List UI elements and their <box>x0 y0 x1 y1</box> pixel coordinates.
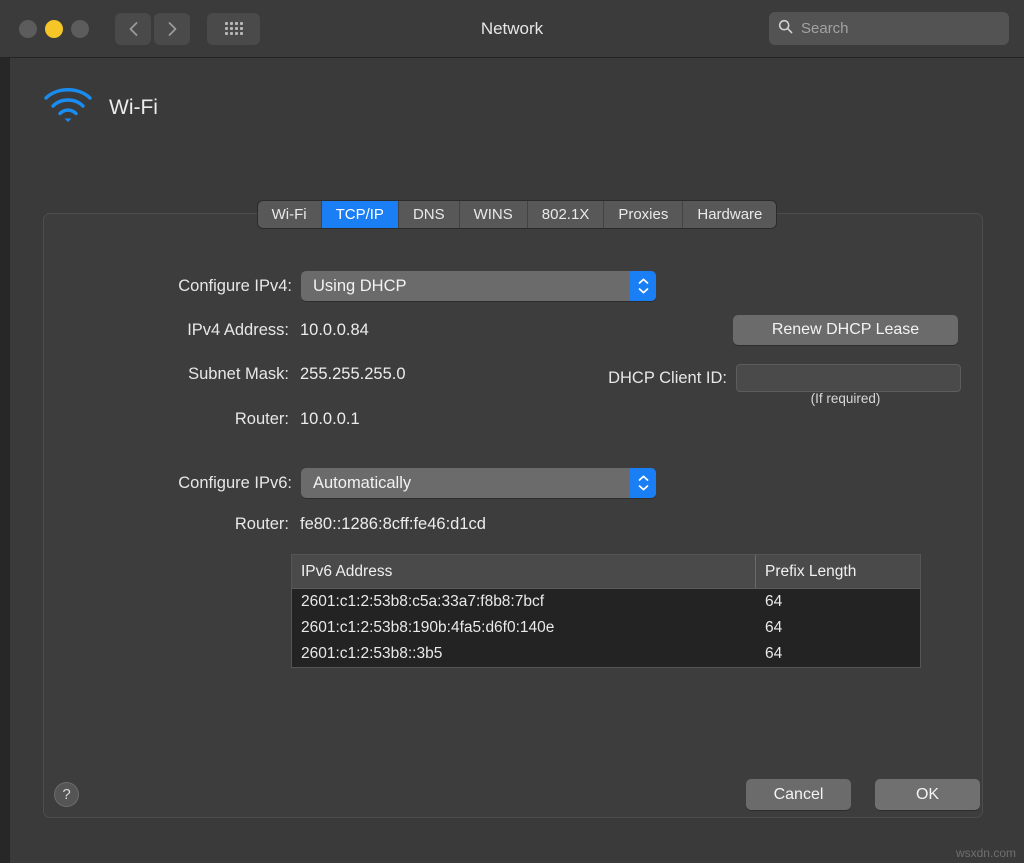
configure-ipv4-row: Configure IPv4: Using DHCP <box>44 271 656 301</box>
ipv6-router-value: fe80::1286:8cff:fe46:d1cd <box>300 515 486 533</box>
subnet-mask-value: 255.255.255.0 <box>300 365 406 383</box>
ipv4-router-value: 10.0.0.1 <box>300 410 360 428</box>
ok-button[interactable]: OK <box>875 779 980 810</box>
tab-bar: Wi-Fi TCP/IP DNS WINS 802.1X Proxies Har… <box>10 201 1024 228</box>
cell-prefix-length: 64 <box>765 645 783 662</box>
chevron-right-icon <box>167 21 178 37</box>
ipv4-address-value: 10.0.0.84 <box>300 321 369 339</box>
configure-ipv4-stepper-arrows[interactable] <box>630 271 656 301</box>
cancel-button[interactable]: Cancel <box>746 779 851 810</box>
ipv6-table-header: IPv6 Address Prefix Length <box>292 555 920 589</box>
tcpip-form: Configure IPv4: Using DHCP IPv4 Address:… <box>44 214 982 817</box>
table-row[interactable]: 2601:c1:2:53b8:c5a:33a7:f8b8:7bcf 64 <box>292 589 920 615</box>
subnet-mask-label: Subnet Mask: <box>188 365 289 383</box>
wifi-icon <box>43 86 93 129</box>
cell-prefix-length: 64 <box>765 619 783 636</box>
search-field[interactable]: Search <box>769 12 1009 45</box>
tab-wins[interactable]: WINS <box>459 201 528 228</box>
navigation-button-group <box>115 12 190 45</box>
help-button[interactable]: ? <box>54 782 79 807</box>
dhcp-client-id-label: DHCP Client ID: <box>608 368 727 387</box>
ipv6-router-row: Router: fe80::1286:8cff:fe46:d1cd <box>44 515 486 534</box>
ipv4-address-row: IPv4 Address: 10.0.0.84 <box>44 321 369 340</box>
cell-ipv6-address: 2601:c1:2:53b8::3b5 <box>301 645 443 662</box>
forward-button[interactable] <box>154 12 190 45</box>
column-header-ipv6-address[interactable]: IPv6 Address <box>292 555 756 588</box>
grid-icon <box>224 22 243 35</box>
ipv6-address-table: IPv6 Address Prefix Length 2601:c1:2:53b… <box>291 554 921 668</box>
chevron-left-icon <box>128 21 139 37</box>
show-all-button[interactable] <box>207 12 260 45</box>
configure-ipv4-label: Configure IPv4: <box>178 276 292 295</box>
configure-ipv6-row: Configure IPv6: Automatically <box>44 468 656 498</box>
minimize-window-button[interactable] <box>45 19 63 38</box>
dhcp-client-id-input[interactable] <box>736 364 961 392</box>
cell-ipv6-address: 2601:c1:2:53b8:190b:4fa5:d6f0:140e <box>301 619 555 636</box>
ipv4-router-row: Router: 10.0.0.1 <box>44 410 360 429</box>
service-header: Wi-Fi <box>10 58 1024 129</box>
column-header-prefix-length[interactable]: Prefix Length <box>756 555 920 588</box>
tcpip-settings-panel: Configure IPv4: Using DHCP IPv4 Address:… <box>43 213 983 818</box>
traffic-light-group <box>19 19 89 38</box>
configure-ipv4-value: Using DHCP <box>313 276 407 295</box>
ipv4-address-label: IPv4 Address: <box>187 321 289 339</box>
tab-wifi[interactable]: Wi-Fi <box>257 201 322 228</box>
table-row[interactable]: 2601:c1:2:53b8::3b5 64 <box>292 641 920 667</box>
zoom-window-button[interactable] <box>71 19 89 38</box>
network-preferences-window: Network Search Wi-Fi Wi-Fi TCP/IP DNS WI… <box>0 0 1024 863</box>
search-input[interactable]: Search <box>801 20 849 37</box>
renew-dhcp-lease-button[interactable]: Renew DHCP Lease <box>733 315 958 345</box>
tab-proxies[interactable]: Proxies <box>604 201 684 228</box>
service-name: Wi-Fi <box>109 95 158 119</box>
cell-prefix-length: 64 <box>765 593 783 610</box>
table-row[interactable]: 2601:c1:2:53b8:190b:4fa5:d6f0:140e 64 <box>292 615 920 641</box>
dhcp-client-id-hint: (If required) <box>810 391 881 406</box>
configure-ipv6-popup[interactable]: Automatically <box>301 468 656 498</box>
configure-ipv6-stepper-arrows[interactable] <box>630 468 656 498</box>
ipv6-router-label: Router: <box>234 515 289 533</box>
subnet-mask-row: Subnet Mask: 255.255.255.0 <box>44 365 406 384</box>
close-window-button[interactable] <box>19 19 37 38</box>
dialog-button-group: Cancel OK <box>746 779 980 810</box>
dhcp-client-id-row: DHCP Client ID: <box>499 364 961 392</box>
configure-ipv6-label: Configure IPv6: <box>178 473 292 492</box>
configure-ipv4-popup[interactable]: Using DHCP <box>301 271 656 301</box>
tab-dns[interactable]: DNS <box>398 201 460 228</box>
ipv4-router-label: Router: <box>234 410 289 428</box>
back-button[interactable] <box>115 12 151 45</box>
tab-8021x[interactable]: 802.1X <box>527 201 605 228</box>
tab-hardware[interactable]: Hardware <box>683 201 777 228</box>
cell-ipv6-address: 2601:c1:2:53b8:c5a:33a7:f8b8:7bcf <box>301 593 545 610</box>
preferences-content: Wi-Fi Wi-Fi TCP/IP DNS WINS 802.1X Proxi… <box>0 58 1024 863</box>
window-titlebar: Network Search <box>0 0 1024 58</box>
tab-tcpip[interactable]: TCP/IP <box>321 201 399 228</box>
search-icon <box>778 19 793 39</box>
watermark: wsxdn.com <box>955 846 1016 860</box>
configure-ipv6-value: Automatically <box>313 473 412 492</box>
